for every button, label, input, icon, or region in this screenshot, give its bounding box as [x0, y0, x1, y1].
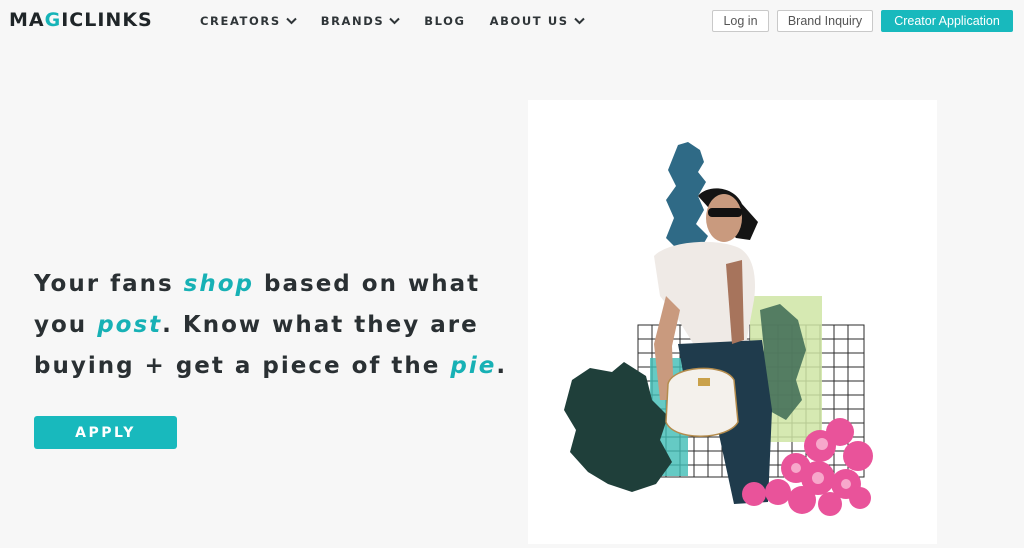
chevron-down-icon [389, 17, 401, 25]
nav-item-label: BRANDS [320, 14, 385, 28]
logo-text-end: ICLINKS [61, 9, 153, 31]
headline-highlight: pie [450, 353, 497, 379]
magiclinks-logo[interactable]: MAGICLINKS [9, 9, 153, 31]
chevron-down-icon [286, 17, 297, 25]
creator-application-button[interactable]: Creator Application [881, 10, 1013, 32]
nav-item-label: ABOUT US [489, 14, 569, 28]
login-button[interactable]: Log in [712, 10, 769, 32]
nav-item-blog[interactable]: BLOG [424, 14, 465, 28]
headline-text: . [496, 353, 508, 379]
logo-text-start: MA [9, 9, 45, 31]
nav-item-brands[interactable]: BRANDS [321, 14, 401, 28]
chevron-down-icon [573, 17, 585, 25]
headline-highlight: shop [183, 271, 255, 297]
nav-item-about-us[interactable]: ABOUT US [490, 14, 585, 28]
logo-text-accent: G [44, 9, 62, 31]
headline-highlight: post [97, 312, 163, 338]
brand-inquiry-button[interactable]: Brand Inquiry [777, 10, 873, 32]
top-navigation: MAGICLINKS CREATORS BRANDS BLOG ABOUT US… [0, 0, 1024, 44]
hero-collage-image [564, 142, 873, 516]
hero-headline: Your fans shop based on what you post. K… [34, 264, 514, 387]
nav-item-label: BLOG [424, 14, 466, 28]
apply-button[interactable]: APPLY [34, 416, 177, 449]
main-menu: CREATORS BRANDS BLOG ABOUT US [200, 14, 609, 28]
nav-item-label: CREATORS [200, 14, 281, 28]
nav-item-creators[interactable]: CREATORS [200, 14, 297, 28]
headline-text: Your fans [34, 271, 184, 297]
hero-image-panel [528, 100, 937, 544]
